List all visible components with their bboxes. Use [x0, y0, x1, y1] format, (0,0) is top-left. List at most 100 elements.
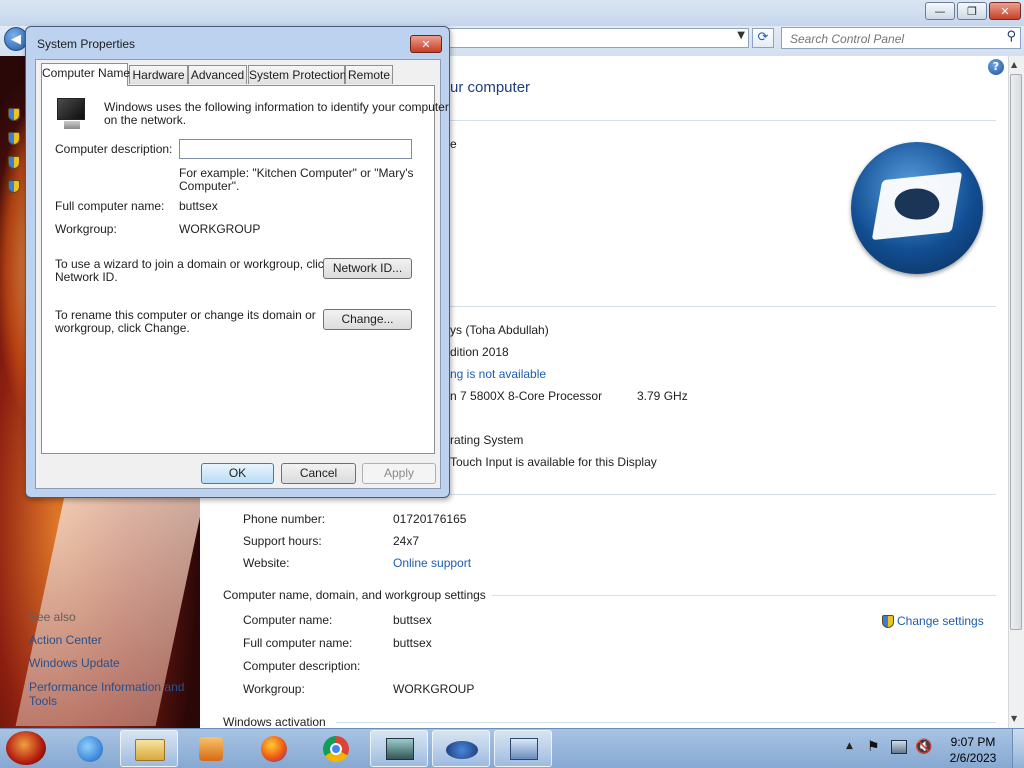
tab-system-protection[interactable]: System Protection — [248, 65, 346, 84]
network-id-button[interactable]: Network ID... — [323, 258, 412, 279]
help-icon[interactable]: ? — [988, 59, 1004, 75]
full-computer-name-value: buttsex — [393, 636, 432, 650]
window-titlebar — [0, 0, 1024, 26]
section-divider — [450, 306, 996, 307]
performance-link-line2[interactable]: Tools — [29, 694, 57, 708]
page-heading: ur computer — [450, 79, 531, 96]
clock-time[interactable]: 9:07 PM — [943, 735, 1003, 749]
section-divider — [450, 494, 996, 495]
computer-description-label: Computer description: — [243, 659, 361, 673]
task-manager-icon — [386, 738, 414, 760]
full-computer-name-label: Full computer name: — [243, 636, 353, 650]
tab-computer-name[interactable]: Computer Name — [41, 63, 130, 86]
network-id-text-line2: Network ID. — [55, 270, 118, 284]
show-hidden-icons[interactable]: ▲ — [846, 741, 853, 751]
uac-shield-icon — [882, 615, 894, 628]
windows-activation-title: Windows activation — [223, 715, 326, 729]
volume-muted-icon[interactable]: 🔇 — [915, 739, 932, 755]
cancel-button[interactable]: Cancel — [281, 463, 356, 484]
oem-logo — [851, 142, 983, 274]
chrome-icon — [323, 736, 349, 762]
workgroup-label: Workgroup: — [55, 222, 117, 236]
website-label: Website: — [243, 556, 290, 570]
arrow-left-icon: ◀ — [11, 32, 21, 47]
rating-link[interactable]: ng is not available — [450, 367, 546, 381]
support-hours-label: Support hours: — [243, 534, 322, 548]
pen-touch-text: Touch Input is available for this Displa… — [450, 455, 657, 469]
computer-name-tab-panel: Windows uses the following information t… — [41, 85, 449, 454]
clock-date[interactable]: 2/6/2023 — [943, 751, 1003, 765]
taskbar-media-player[interactable] — [184, 730, 240, 767]
windows-update-link[interactable]: Windows Update — [29, 656, 120, 670]
folder-icon — [135, 739, 165, 761]
registered-owner-text: ys (Toha Abdullah) — [450, 323, 549, 337]
network-tray-icon[interactable] — [891, 740, 907, 754]
tab-hardware[interactable]: Hardware — [129, 65, 188, 84]
section-divider — [336, 722, 996, 723]
chevron-down-icon[interactable]: ▼ — [737, 30, 745, 41]
workgroup-value: WORKGROUP — [179, 222, 261, 236]
firefox-icon — [261, 736, 287, 762]
media-player-icon — [199, 737, 223, 761]
taskbar-explorer[interactable] — [120, 730, 178, 767]
full-computer-name-value: buttsex — [179, 199, 218, 213]
computer-description-input[interactable] — [179, 139, 412, 159]
address-input[interactable]: ▼ — [445, 28, 749, 48]
computer-description-label: Computer description: — [55, 142, 173, 156]
processor-speed: 3.79 GHz — [637, 389, 688, 403]
shield-icon — [8, 180, 20, 193]
system-type-text: rating System — [450, 433, 524, 447]
rename-text-line2: workgroup, click Change. — [55, 321, 190, 335]
taskbar-firefox[interactable] — [246, 730, 302, 767]
shield-icon — [8, 132, 20, 145]
scroll-thumb[interactable] — [1010, 74, 1022, 630]
close-window-button[interactable]: ✕ — [989, 2, 1021, 20]
intro-text-line2: on the network. — [104, 113, 187, 127]
workgroup-value: WORKGROUP — [393, 682, 475, 696]
taskbar-chrome[interactable] — [308, 730, 364, 767]
taskbar-task-manager[interactable] — [370, 730, 428, 767]
dialog-close-button[interactable]: ✕ — [410, 35, 442, 53]
performance-link[interactable]: Performance Information and — [29, 680, 184, 694]
dialog-title: System Properties — [37, 37, 136, 51]
tab-remote[interactable]: Remote — [345, 65, 393, 84]
taskbar-internet-explorer[interactable] — [62, 730, 118, 767]
apply-button[interactable]: Apply — [362, 463, 436, 484]
action-center-link[interactable]: Action Center — [29, 633, 102, 647]
scroll-down-icon[interactable]: ▼ — [1011, 714, 1017, 723]
close-icon: ✕ — [421, 38, 431, 51]
example-text-line2: Computer". — [179, 179, 240, 193]
see-also-heading: See also — [29, 610, 76, 624]
search-input[interactable] — [788, 29, 997, 49]
refresh-button[interactable]: ⟳ — [752, 28, 774, 48]
action-center-flag-icon[interactable]: ⚑ — [867, 739, 880, 755]
taskbar-network[interactable] — [432, 730, 490, 767]
online-support-link[interactable]: Online support — [393, 556, 471, 570]
change-button[interactable]: Change... — [323, 309, 412, 330]
workgroup-label: Workgroup: — [243, 682, 305, 696]
scroll-up-icon[interactable]: ▲ — [1011, 60, 1017, 69]
maximize-button[interactable]: ❐ — [957, 2, 987, 20]
internet-explorer-icon — [77, 736, 103, 762]
refresh-icon: ⟳ — [757, 30, 769, 45]
edition-text: dition 2018 — [450, 345, 509, 359]
show-desktop-button[interactable] — [1012, 729, 1024, 768]
change-settings-label[interactable]: Change settings — [897, 614, 984, 628]
taskbar: ▲ ⚑ 🔇 9:07 PM 2/6/2023 — [0, 728, 1024, 768]
search-icon[interactable]: ⚲ — [1006, 29, 1016, 44]
support-hours-value: 24x7 — [393, 534, 420, 548]
start-button[interactable] — [6, 731, 46, 765]
windows-edition-text: e — [450, 137, 457, 151]
processor-text: n 7 5800X 8-Core Processor — [450, 389, 603, 403]
system-properties-dialog: System Properties ✕ Computer Name Hardwa… — [25, 26, 450, 498]
taskbar-system-properties[interactable] — [494, 730, 552, 767]
tab-advanced[interactable]: Advanced — [188, 65, 247, 84]
computer-name-value: buttsex — [393, 613, 432, 627]
search-box[interactable]: ⚲ — [781, 27, 1021, 49]
computer-icon — [57, 98, 85, 129]
shield-icon — [8, 156, 20, 169]
minimize-button[interactable]: — — [925, 2, 955, 20]
computer-name-section-title: Computer name, domain, and workgroup set… — [223, 588, 486, 602]
phone-value: 01720176165 — [393, 512, 467, 526]
ok-button[interactable]: OK — [201, 463, 274, 484]
